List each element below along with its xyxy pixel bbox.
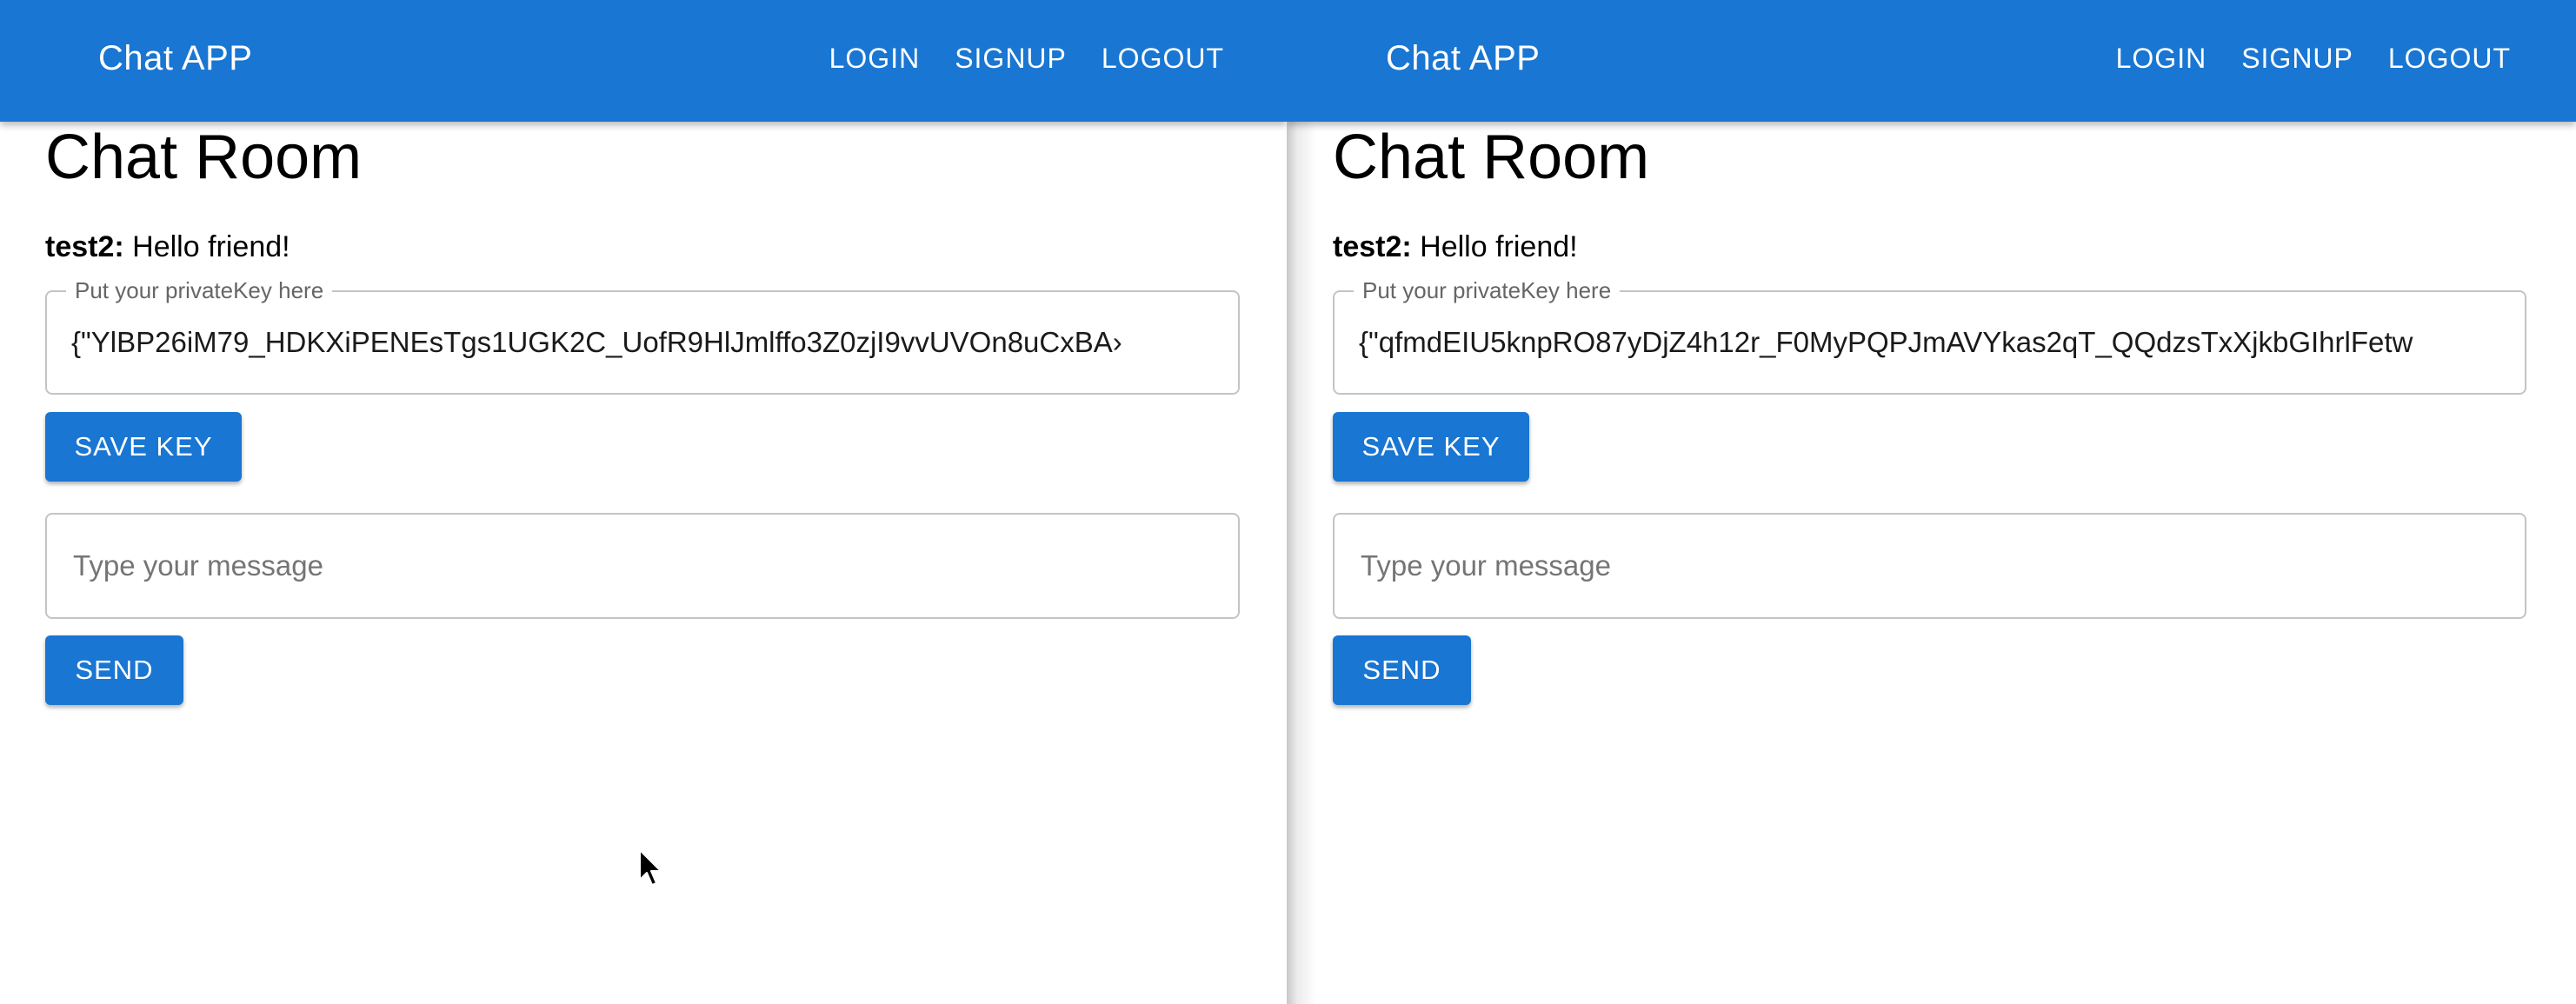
private-key-field[interactable]: Put your privateKey here ‹YlBP26iM79_HDK…: [45, 275, 1240, 395]
page-title: Chat Room: [45, 123, 363, 192]
message-input[interactable]: [73, 515, 1212, 617]
mouse-pointer-icon: [639, 849, 662, 886]
app-title[interactable]: Chat APP: [98, 0, 252, 116]
browser-window-right: Chat APP LOGIN SIGNUP LOGOUT Chat Room t…: [1287, 0, 2576, 1004]
nav-menu: LOGIN SIGNUP LOGOUT: [2116, 0, 2511, 116]
private-key-input[interactable]: qfmdEIU5knpRO87yDjZ4h12r_F0MyPQPJmAVYkas…: [1359, 292, 2500, 393]
save-key-button[interactable]: SAVE KEY: [1333, 412, 1529, 482]
browser-window-left: Chat APP LOGIN SIGNUP LOGOUT Chat Room t…: [0, 0, 1287, 1004]
message-text: Hello friend!: [1420, 230, 1578, 263]
nav-menu: LOGIN SIGNUP LOGOUT: [829, 0, 1224, 116]
private-key-input[interactable]: ‹YlBP26iM79_HDKXiPENEsTgs1UGK2C_UofR9HlJ…: [71, 292, 1214, 393]
message-field[interactable]: [45, 513, 1240, 619]
send-button[interactable]: SEND: [1333, 635, 1471, 705]
message-input[interactable]: [1361, 515, 2499, 617]
chat-message: test2: Hello friend!: [45, 228, 290, 266]
send-button[interactable]: SEND: [45, 635, 183, 705]
message-sender: test2:: [1333, 230, 1412, 263]
message-field[interactable]: [1333, 513, 2526, 619]
login-button[interactable]: LOGIN: [829, 43, 921, 75]
signup-button[interactable]: SIGNUP: [955, 43, 1067, 75]
logout-button[interactable]: LOGOUT: [1102, 43, 1224, 75]
screen: Chat APP LOGIN SIGNUP LOGOUT Chat Room t…: [0, 0, 2576, 1004]
login-button[interactable]: LOGIN: [2116, 43, 2207, 75]
signup-button[interactable]: SIGNUP: [2241, 43, 2353, 75]
app-title[interactable]: Chat APP: [1386, 0, 1540, 116]
message-text: Hello friend!: [132, 230, 290, 263]
page-title: Chat Room: [1333, 123, 1650, 192]
logout-button[interactable]: LOGOUT: [2388, 43, 2511, 75]
save-key-button[interactable]: SAVE KEY: [45, 412, 242, 482]
chat-message: test2: Hello friend!: [1333, 228, 1578, 266]
private-key-field[interactable]: Put your privateKey here qfmdEIU5knpRO87…: [1333, 275, 2526, 395]
message-sender: test2:: [45, 230, 124, 263]
app-bar: Chat APP LOGIN SIGNUP LOGOUT: [1287, 0, 2576, 122]
app-bar: Chat APP LOGIN SIGNUP LOGOUT: [0, 0, 1287, 122]
